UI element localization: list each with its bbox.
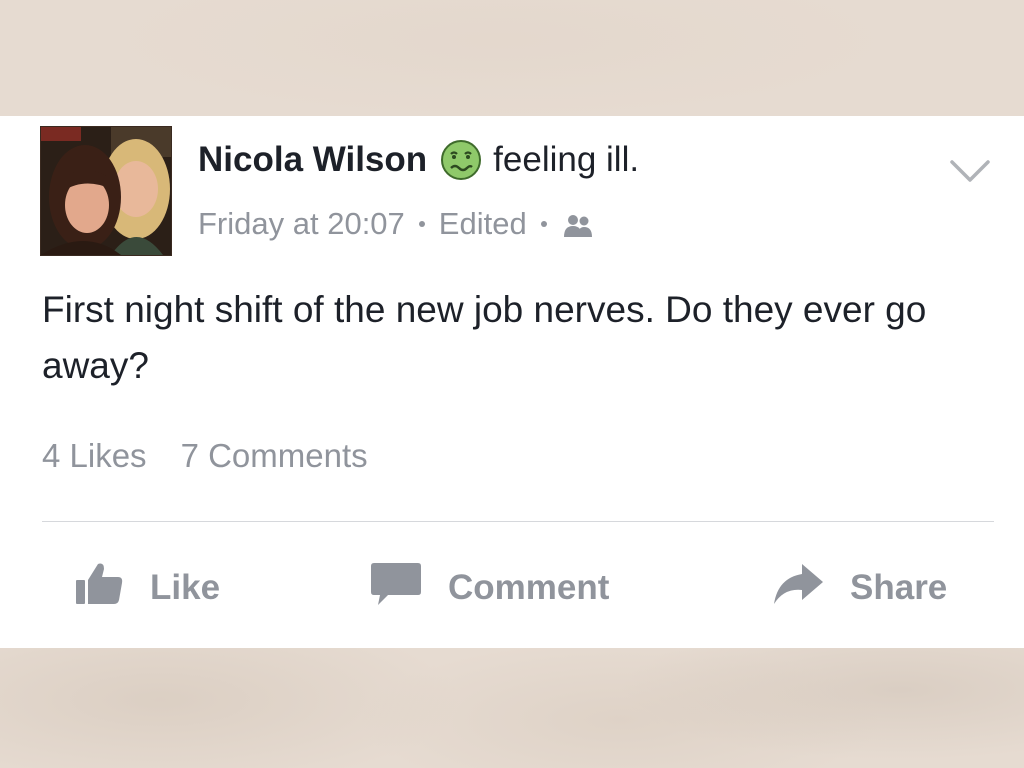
friends-icon[interactable]	[561, 211, 595, 237]
thumbs-up-icon	[74, 560, 124, 617]
avatar[interactable]	[40, 126, 172, 256]
like-label: Like	[150, 568, 221, 607]
comment-label: Comment	[448, 568, 610, 607]
feeling-text: feeling ill.	[493, 140, 640, 179]
comment-button[interactable]: Comment	[370, 560, 609, 616]
action-bar: Like Comment Share	[0, 560, 1024, 616]
like-button[interactable]: Like	[74, 560, 220, 616]
reaction-counts: 4 Likes 7 Comments	[42, 434, 368, 478]
post-card: Nicola Wilson feeling ill. Friday at 20:…	[0, 116, 1024, 648]
post-header: Nicola Wilson feeling ill.	[198, 138, 639, 182]
share-arrow-icon	[772, 562, 824, 615]
chevron-down-icon[interactable]	[948, 156, 992, 186]
post-meta: Friday at 20:07 Edited	[198, 204, 595, 244]
edited-label[interactable]: Edited	[439, 206, 527, 242]
post-text: First night shift of the new job nerves.…	[42, 289, 927, 386]
comments-count[interactable]: 7 Comments	[181, 437, 368, 475]
share-button[interactable]: Share	[772, 560, 947, 616]
likes-count[interactable]: 4 Likes	[42, 437, 147, 475]
share-label: Share	[850, 568, 948, 607]
timestamp[interactable]: Friday at 20:07	[198, 206, 405, 242]
comment-bubble-icon	[370, 561, 422, 616]
separator-dot	[540, 221, 547, 227]
separator-dot	[418, 221, 425, 227]
author-name[interactable]: Nicola Wilson	[198, 140, 427, 180]
divider	[42, 521, 994, 522]
sick-face-icon	[439, 138, 483, 182]
